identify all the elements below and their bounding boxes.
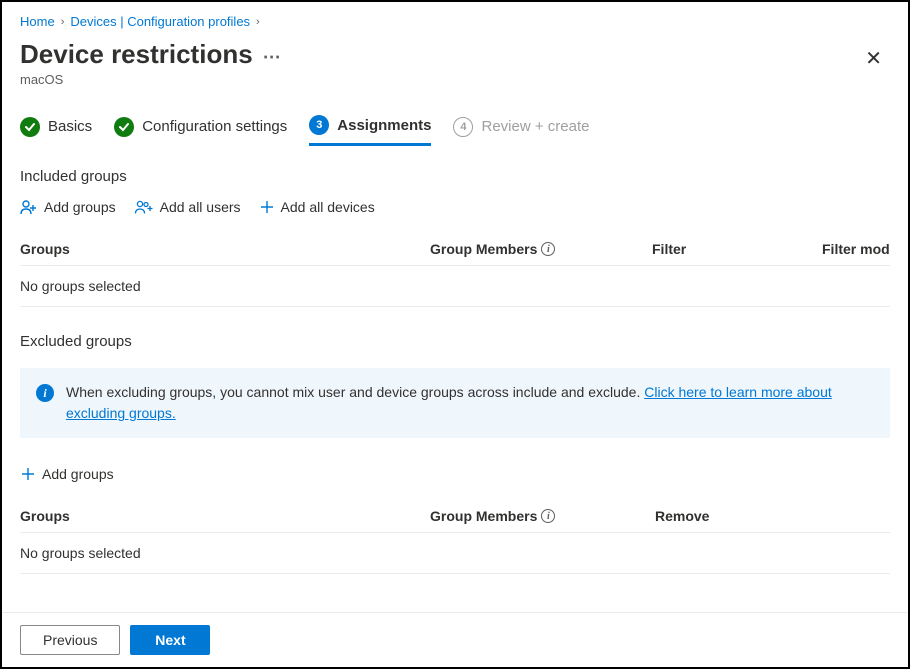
check-icon [20, 117, 40, 137]
more-dots-icon[interactable]: ⋯ [263, 47, 281, 67]
wizard-footer: Previous Next [2, 612, 908, 667]
add-groups-button[interactable]: Add groups [20, 199, 116, 215]
step-assignments[interactable]: 3 Assignments [309, 115, 431, 146]
col-members: Group Members i [430, 508, 655, 524]
excluded-empty-row: No groups selected [20, 533, 890, 574]
breadcrumb-home[interactable]: Home [20, 14, 55, 29]
info-icon: i [36, 384, 54, 402]
previous-button[interactable]: Previous [20, 625, 120, 655]
next-button[interactable]: Next [130, 625, 210, 655]
col-filter-mode: Filter mod [822, 241, 890, 257]
included-table-header: Groups Group Members i Filter Filter mod [20, 233, 890, 266]
close-icon[interactable]: ✕ [857, 45, 890, 73]
chevron-right-icon: › [256, 16, 260, 28]
step-basics[interactable]: Basics [20, 117, 92, 145]
excluded-table-header: Groups Group Members i Remove [20, 500, 890, 533]
page-subtitle: macOS [20, 72, 281, 87]
chevron-right-icon: › [61, 16, 65, 28]
excluded-groups-title: Excluded groups [20, 333, 890, 350]
col-groups: Groups [20, 508, 430, 524]
step-number-badge: 4 [453, 117, 473, 137]
add-all-users-button[interactable]: Add all users [134, 199, 241, 215]
info-icon[interactable]: i [541, 509, 555, 523]
included-empty-row: No groups selected [20, 266, 890, 307]
plus-icon [20, 466, 36, 482]
people-add-icon [134, 199, 154, 215]
step-review: 4 Review + create [453, 117, 589, 145]
page-title: Device restrictions⋯ [20, 39, 281, 70]
info-banner: i When excluding groups, you cannot mix … [20, 368, 890, 438]
excluded-actions: Add groups [20, 466, 890, 482]
included-actions: Add groups Add all users Add all devices [20, 199, 890, 215]
col-members: Group Members i [430, 241, 652, 257]
person-add-icon [20, 199, 38, 215]
breadcrumb: Home › Devices | Configuration profiles … [20, 14, 890, 29]
col-filter: Filter [652, 241, 822, 257]
breadcrumb-devices[interactable]: Devices | Configuration profiles [70, 14, 250, 29]
info-icon[interactable]: i [541, 242, 555, 256]
step-configuration[interactable]: Configuration settings [114, 117, 287, 145]
step-number-badge: 3 [309, 115, 329, 135]
info-text: When excluding groups, you cannot mix us… [66, 382, 874, 424]
add-all-devices-button[interactable]: Add all devices [259, 199, 375, 215]
plus-icon [259, 199, 275, 215]
check-icon [114, 117, 134, 137]
col-groups: Groups [20, 241, 430, 257]
included-groups-title: Included groups [20, 168, 890, 185]
wizard-stepper: Basics Configuration settings 3 Assignme… [20, 115, 890, 146]
col-remove: Remove [655, 508, 890, 524]
add-groups-button[interactable]: Add groups [20, 466, 114, 482]
